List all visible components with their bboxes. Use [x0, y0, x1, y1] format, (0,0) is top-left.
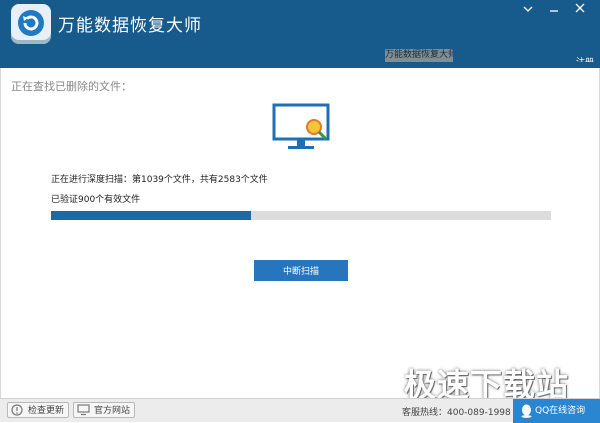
chevron-down-icon: [523, 6, 533, 12]
searching-label: 正在查找已删除的文件：: [11, 80, 132, 93]
hotline-text: 客服热线：400-089-1998: [402, 408, 511, 418]
monitor-scan-icon: [272, 103, 330, 149]
close-button[interactable]: [570, 2, 590, 16]
app-title: 万能数据恢复大师: [58, 16, 202, 36]
minimize-button[interactable]: [544, 2, 564, 16]
official-site-button[interactable]: 官方网站: [73, 402, 136, 418]
stop-scan-button[interactable]: 中断扫描: [254, 260, 348, 281]
scan-status-text: 正在进行深度扫描：第1039个文件，共有2583个文件: [51, 175, 268, 185]
footer-bar: 检查更新 官方网站 客服热线：400-089-1998 QQ在线咨询: [0, 398, 600, 423]
check-update-button[interactable]: 检查更新: [7, 402, 70, 418]
window-caption-overlay: 万能数据恢复大师: [385, 49, 453, 62]
scan-progress-bar: [51, 211, 551, 220]
official-site-label: 官方网站: [94, 406, 131, 416]
qq-consult-button[interactable]: QQ在线咨询: [513, 399, 600, 423]
update-icon: [11, 404, 23, 416]
verified-files-text: 已验证900个有效文件: [51, 195, 141, 205]
menu-dropdown-button[interactable]: [518, 2, 538, 16]
check-update-label: 检查更新: [28, 406, 65, 416]
title-bar: 万能数据恢复大师 万能数据恢复大师 注册: [0, 0, 600, 68]
refresh-logo-icon: [18, 10, 44, 36]
scan-progress-fill: [51, 211, 251, 220]
qq-consult-label: QQ在线咨询: [535, 406, 586, 416]
minimize-icon: [550, 10, 558, 12]
monitor-icon: [77, 404, 90, 416]
qq-penguin-icon: [521, 404, 532, 418]
scan-panel: 正在查找已删除的文件： 正在进行深度扫描：第1039个文件，共有2583个文件 …: [0, 68, 600, 398]
close-icon: [575, 3, 585, 13]
app-logo: [11, 4, 51, 44]
